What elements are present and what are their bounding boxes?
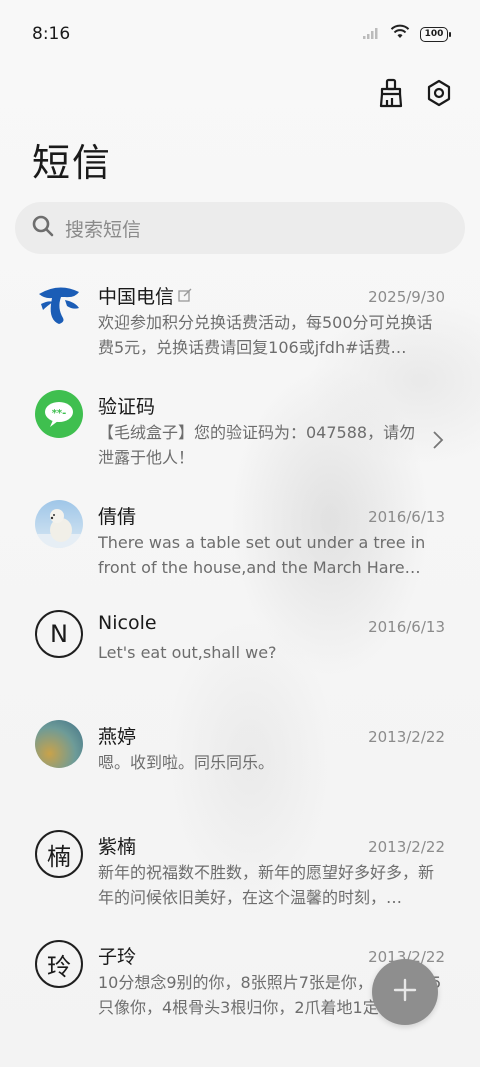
message-date: 2016/6/13 — [368, 508, 445, 526]
conversation-item[interactable]: N Nicole 2016/6/13 Let's eat out,shall w… — [0, 592, 480, 702]
conversation-item[interactable]: 中国电信 2025/9/30 欢迎参加积分兑换话费活动，每500分可兑换话费5元… — [0, 262, 480, 372]
edit-icon — [178, 285, 192, 307]
search-bar[interactable]: 搜索短信 — [15, 202, 465, 254]
message-date: 2016/6/13 — [368, 618, 445, 636]
search-placeholder: 搜索短信 — [65, 218, 142, 241]
battery-icon: 100 — [420, 26, 451, 42]
contact-name: 倩倩 — [98, 506, 137, 528]
conversation-item[interactable]: 倩倩 2016/6/13 There was a table set out u… — [0, 482, 480, 592]
message-preview: 新年的祝福数不胜数，新年的愿望好多好多，新年的问候依旧美好，在这个温馨的时刻，… — [98, 863, 435, 907]
conversation-list: 中国电信 2025/9/30 欢迎参加积分兑换话费活动，每500分可兑换话费5元… — [0, 262, 480, 1032]
contact-name: Nicole — [98, 612, 157, 634]
signal-icon — [362, 25, 380, 44]
verification-code-icon: **- — [35, 390, 83, 438]
message-date: 2025/9/30 — [368, 288, 445, 306]
message-date: 2013/2/22 — [368, 728, 445, 746]
conversation-item[interactable]: 楠 紫楠 2013/2/22 新年的祝福数不胜数，新年的愿望好多好多，新年的问候… — [0, 812, 480, 922]
message-preview: 嗯。收到啦。同乐同乐。 — [98, 753, 275, 772]
contact-name: 验证码 — [98, 396, 156, 418]
message-preview: Let's eat out,shall we? — [98, 643, 277, 662]
sea-photo — [35, 720, 83, 768]
avatar-letter: 玲 — [35, 940, 83, 988]
clean-brush-icon[interactable] — [376, 76, 406, 110]
status-time: 8:16 — [32, 24, 71, 44]
settings-icon[interactable] — [424, 76, 454, 110]
status-icons: 100 — [362, 24, 451, 44]
avatar-letter: N — [35, 610, 83, 658]
message-preview: There was a table set out under a tree i… — [98, 533, 426, 577]
message-date: 2013/2/22 — [368, 838, 445, 856]
toolbar — [376, 76, 454, 110]
contact-name: 中国电信 — [98, 282, 192, 309]
chevron-right-icon[interactable] — [432, 430, 444, 454]
message-preview: 欢迎参加积分兑换话费活动，每500分可兑换话费5元，兑换话费请回复106或jfd… — [98, 313, 433, 357]
wifi-icon — [390, 24, 410, 44]
page-title: 短信 — [32, 141, 113, 185]
contact-name: 紫楠 — [98, 836, 137, 858]
polar-bear-photo — [35, 500, 83, 548]
contact-name: 燕婷 — [98, 726, 137, 748]
status-bar: 8:16 100 — [0, 0, 480, 68]
conversation-item[interactable]: **- 验证码 【毛绒盒子】您的验证码为：047588，请勿泄露于他人！ — [0, 372, 480, 482]
contact-name: 子玲 — [98, 946, 137, 968]
new-message-button[interactable] — [372, 959, 438, 1025]
search-icon — [31, 214, 55, 242]
message-preview: 【毛绒盒子】您的验证码为：047588，请勿泄露于他人！ — [98, 423, 416, 467]
avatar-letter: 楠 — [35, 830, 83, 878]
china-telecom-logo — [35, 280, 83, 328]
svg-text:**-: **- — [52, 408, 67, 419]
plus-icon — [392, 977, 418, 1007]
conversation-item[interactable]: 燕婷 2013/2/22 嗯。收到啦。同乐同乐。 — [0, 702, 480, 812]
